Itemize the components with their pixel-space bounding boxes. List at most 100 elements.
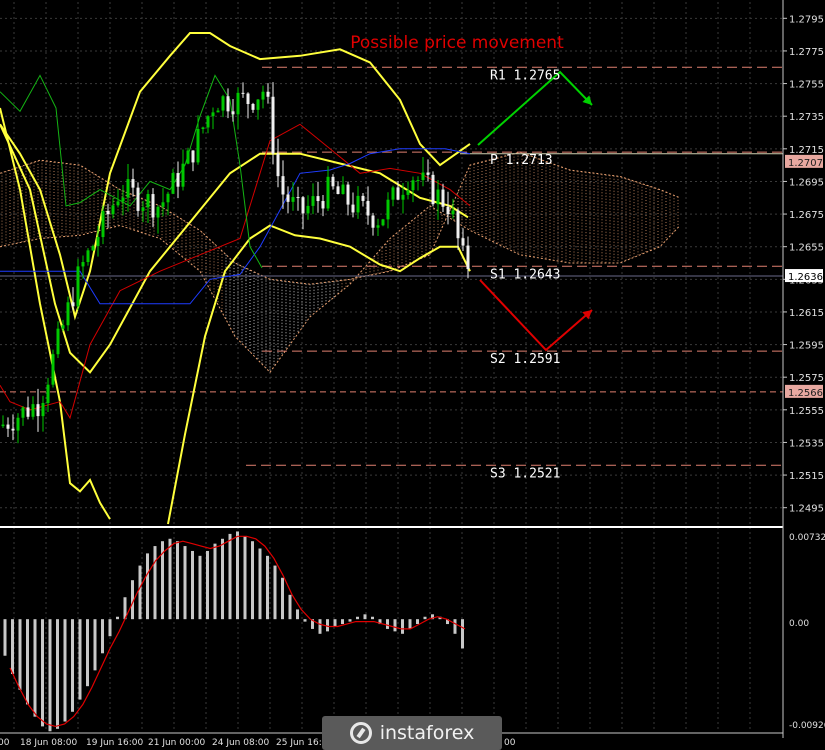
macd-bar (33, 619, 37, 717)
macd-bar (206, 550, 209, 620)
macd-bar (56, 619, 59, 729)
price-tick-label: 1.2695 (789, 177, 824, 188)
instaforex-watermark: instaforex (322, 716, 502, 750)
candle-body (436, 189, 440, 205)
candle-body (11, 428, 15, 431)
candle-body (396, 187, 400, 200)
macd-bar (333, 619, 337, 627)
candle-body (286, 194, 290, 202)
price-tick-label: 1.2795 (789, 14, 824, 25)
macd-bar (401, 619, 404, 634)
candle-body (21, 407, 25, 418)
candle-body (256, 99, 260, 110)
candle-body (321, 201, 325, 209)
candle-body (426, 172, 430, 175)
candle-body (381, 219, 385, 226)
candle-body (231, 111, 235, 115)
candle-body (26, 407, 30, 417)
time-tick-label: 00 (0, 738, 10, 748)
macd-bar (78, 619, 82, 700)
candle-body (416, 180, 420, 182)
macd-bar (198, 555, 202, 620)
price-tick-label: 1.2715 (789, 145, 824, 156)
macd-bar (26, 619, 29, 705)
forecast-arrows (477, 70, 593, 352)
candle-body (361, 195, 365, 201)
macd-bar (3, 619, 7, 656)
macd-tick-label: 0.00732 (789, 533, 825, 543)
candle-body (216, 110, 220, 113)
bearish-arrow (479, 279, 593, 352)
macd-bar (116, 616, 119, 620)
candle-body (346, 184, 350, 205)
candle-body (136, 187, 140, 211)
candle-body (186, 150, 190, 164)
candle-body (461, 238, 465, 246)
macd-bar (146, 553, 149, 620)
macd-bar (221, 538, 224, 620)
candle-body (151, 194, 155, 218)
candle-body (456, 210, 460, 239)
macd-bar (243, 536, 247, 620)
price-tick-label: 1.2535 (789, 438, 824, 449)
macd-bar (213, 543, 217, 620)
candle-body (66, 302, 70, 326)
macd-tick-label: -0.00926 (789, 721, 825, 731)
candle-body (406, 190, 410, 195)
time-tick-label: 21 Jun 00:00 (148, 738, 205, 748)
macd-bar (191, 550, 194, 620)
macd-bar (288, 594, 292, 620)
macd-bar (71, 619, 74, 712)
macd-bar (266, 555, 269, 620)
macd-bar (228, 533, 232, 620)
candle-body (51, 354, 55, 385)
pivot-levels (0, 66, 783, 466)
candle-body (366, 200, 370, 216)
macd-bar (453, 619, 457, 634)
candle-body (6, 424, 10, 429)
candle-body (191, 150, 195, 163)
candle-body (211, 112, 215, 117)
macd-bar (153, 546, 157, 620)
candle-body (451, 210, 455, 215)
price-tick-label: 1.2655 (789, 243, 824, 254)
candle-body (76, 266, 80, 307)
chart-title: Possible price movement (350, 33, 564, 53)
price-tick-label: 1.2555 (789, 406, 824, 417)
candle-body (166, 193, 170, 203)
current-price-label: 1.2636 (788, 272, 823, 283)
macd-bar (258, 548, 262, 620)
candle-body (56, 328, 60, 355)
macd-panel (0, 526, 783, 732)
candle-body (391, 187, 395, 200)
candle-body (156, 206, 160, 218)
candle-body (61, 325, 65, 329)
macd-bar (356, 616, 359, 620)
candle-body (251, 104, 255, 110)
macd-bar (281, 577, 284, 620)
ichimoku-cloud (0, 151, 681, 374)
candle-body (106, 210, 110, 215)
price-tag-label-0: 1.2707 (788, 158, 823, 169)
macd-bar (341, 619, 344, 625)
price-tick-label: 1.2595 (789, 341, 824, 352)
candle-body (246, 93, 250, 105)
macd-bar (318, 619, 322, 634)
upper-band (0, 32, 471, 321)
candle-body (226, 96, 230, 112)
candle-body (431, 174, 435, 205)
level-label-r1: R1 1.2765 (490, 68, 560, 83)
candle-body (441, 189, 445, 207)
candle-body (296, 197, 300, 199)
candle-body (171, 173, 175, 194)
axes: 1.2795 1.2775 1.2755 1.2735 1.2715 1.2695 1.26… (0, 0, 825, 748)
macd-bar (168, 538, 172, 620)
kijun-sen (0, 148, 471, 305)
candle-body (276, 153, 280, 177)
chart: R1 1.2765 P 1.2713 S1 1.2643 S2 1.2591 S3 1.… (0, 0, 825, 748)
candle-body (101, 210, 105, 238)
candle-body (316, 196, 320, 202)
macd-bar (41, 619, 44, 727)
macd-tick-label: 0.00 (789, 619, 809, 629)
time-tick-label: 19 Jun 16:00 (86, 738, 143, 748)
